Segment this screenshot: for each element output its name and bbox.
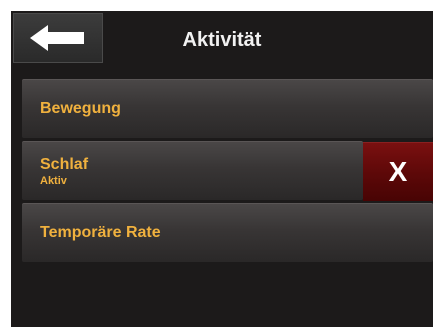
activity-screen: Aktivität Bewegung Schlaf Aktiv X Tempor… [11,11,433,327]
stop-schlaf-button[interactable]: X [363,142,433,201]
arrow-left-icon [30,25,84,51]
menu-item-label: Schlaf [40,156,89,173]
header: Aktivität [11,11,433,77]
menu-item-label: Temporäre Rate [40,224,161,241]
activity-menu: Bewegung Schlaf Aktiv X Temporäre Rate [22,79,433,265]
menu-item-label: Bewegung [40,100,121,117]
status-label: Aktiv [40,175,67,187]
menu-item-temporaere-rate[interactable]: Temporäre Rate [22,203,433,262]
menu-item-bewegung[interactable]: Bewegung [22,79,433,138]
back-button[interactable] [13,13,103,63]
page-title: Aktivität [182,28,262,51]
menu-item-schlaf[interactable]: Schlaf Aktiv X [22,141,433,201]
